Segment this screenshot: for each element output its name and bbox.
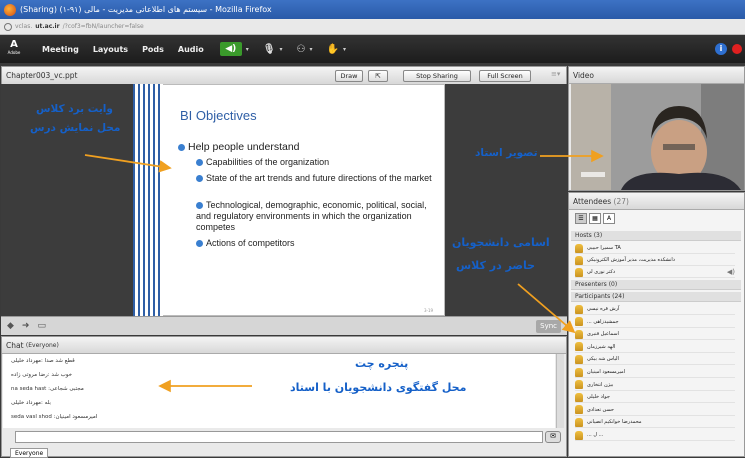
whiteboard-arrow bbox=[84, 154, 172, 173]
annotation-arrows bbox=[84, 149, 604, 393]
students-arrow bbox=[517, 283, 576, 334]
